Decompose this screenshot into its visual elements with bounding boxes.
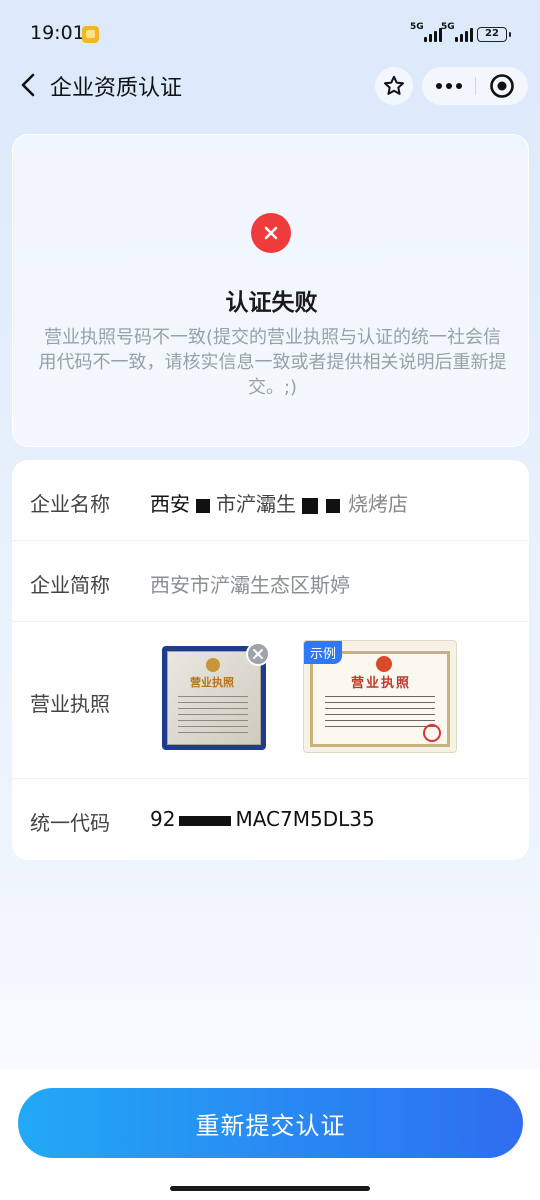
- page-title: 企业资质认证: [50, 76, 183, 101]
- example-badge: 示例: [304, 641, 343, 664]
- credit-code-end: 7M5DL35: [280, 807, 375, 831]
- back-button[interactable]: [14, 70, 44, 100]
- redaction-mark: [326, 498, 340, 513]
- emblem-icon: [206, 658, 220, 672]
- battery-icon: 22: [477, 27, 511, 42]
- resubmit-button[interactable]: 重新提交认证: [18, 1088, 523, 1158]
- chevron-left-icon: [21, 73, 35, 97]
- short-name-label: 企业简称: [30, 573, 110, 597]
- more-button[interactable]: [422, 67, 475, 105]
- result-message: 营业执照号码不一致(提交的营业执照与认证的统一社会信用代码不一致，请核实信息一致…: [38, 327, 507, 398]
- redaction-mark: [196, 498, 210, 513]
- company-name-start: 西安: [150, 492, 190, 516]
- status-bar: 19:01 5G 5G 22: [0, 0, 540, 68]
- home-indicator[interactable]: [170, 1186, 370, 1191]
- remove-photo-button[interactable]: [246, 642, 270, 666]
- redaction-mark: [302, 497, 318, 514]
- company-name-label: 企业名称: [30, 492, 110, 516]
- star-icon: [384, 75, 404, 95]
- license-photo-title: 营业执照: [190, 676, 234, 689]
- notification-icon: [82, 26, 99, 43]
- miniapp-capsule: [422, 67, 528, 105]
- redaction-mark: [179, 815, 232, 826]
- short-name-row: 企业简称 西安市浐灞生态区斯婷: [12, 541, 529, 622]
- more-dots-icon: [435, 83, 462, 89]
- close-icon: [253, 649, 263, 659]
- credit-code-value: 92 MAC7M5DL35: [150, 807, 375, 831]
- network-type-label-2: 5G: [441, 22, 455, 32]
- company-name-row: 企业名称 西安 市浐灞生 烧烤店: [12, 460, 529, 541]
- signal-icon: 5G: [410, 22, 442, 42]
- close-miniapp-button[interactable]: [476, 67, 528, 105]
- credit-code-row: 统一代码 92 MAC7M5DL35: [12, 779, 529, 860]
- favorite-button[interactable]: [375, 67, 413, 105]
- result-card: 认证失败 营业执照号码不一致(提交的营业执照与认证的统一社会信用代码不一致，请核…: [12, 134, 529, 447]
- credit-code-start: 92: [150, 807, 176, 831]
- short-name-value: 西安市浐灞生态区斯婷: [150, 573, 350, 597]
- license-sample-title: 营业执照: [351, 676, 412, 691]
- license-label: 营业执照: [30, 692, 110, 716]
- license-text-lines: [178, 696, 248, 736]
- target-icon: [490, 74, 514, 98]
- status-time: 19:01: [30, 22, 85, 44]
- nav-bar: 企业资质认证: [0, 60, 540, 112]
- fail-icon: [251, 213, 291, 253]
- signal-icon-2: 5G: [441, 22, 473, 42]
- credit-code-mid: MAC: [235, 807, 281, 831]
- info-card: 企业名称 西安 市浐灞生 烧烤店 企业简称 西安市浐灞生态区斯婷 营业执照 营业执照…: [12, 460, 529, 860]
- close-icon: [264, 226, 278, 240]
- company-name-mid: 市浐灞生: [216, 492, 296, 516]
- license-sample-image[interactable]: 营业执照 示例: [303, 640, 457, 753]
- company-name-end: 烧烤店: [348, 492, 408, 516]
- network-type-label: 5G: [410, 22, 424, 32]
- emblem-icon: [376, 656, 392, 672]
- license-text-lines: [325, 696, 435, 730]
- company-name-value: 西安 市浐灞生 烧烤店: [150, 488, 408, 517]
- seal-icon: [423, 724, 441, 742]
- credit-code-label: 统一代码: [30, 811, 110, 835]
- bottom-bar: 重新提交认证: [0, 1070, 540, 1200]
- result-title: 认证失败: [225, 290, 318, 316]
